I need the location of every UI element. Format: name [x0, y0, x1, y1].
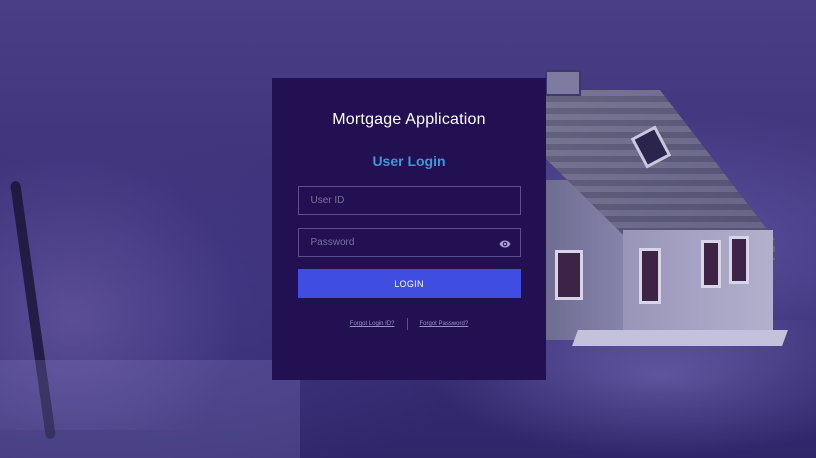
house-window — [729, 236, 749, 284]
user-id-field — [297, 186, 521, 215]
house-base — [572, 330, 788, 346]
login-button[interactable]: LOGIN — [297, 269, 521, 298]
login-card: Mortgage Application User Login LOGIN Fo… — [272, 78, 546, 380]
house-illustration — [545, 70, 788, 370]
app-title: Mortgage Application — [332, 111, 486, 128]
password-field — [297, 228, 521, 257]
house-window — [701, 240, 721, 288]
login-heading: User Login — [372, 153, 446, 169]
user-id-input[interactable] — [298, 187, 520, 214]
eye-icon[interactable] — [498, 237, 512, 249]
forgot-password-link[interactable]: Forgot Password? — [420, 321, 469, 327]
house-window — [639, 248, 661, 304]
forgot-login-id-link[interactable]: Forgot Login ID? — [350, 321, 395, 327]
password-input[interactable] — [298, 229, 520, 256]
background-paper — [0, 360, 300, 458]
house-window — [555, 250, 583, 300]
link-divider — [406, 318, 408, 330]
house-chimney — [545, 70, 581, 96]
help-links: Forgot Login ID? Forgot Password? — [272, 318, 546, 330]
